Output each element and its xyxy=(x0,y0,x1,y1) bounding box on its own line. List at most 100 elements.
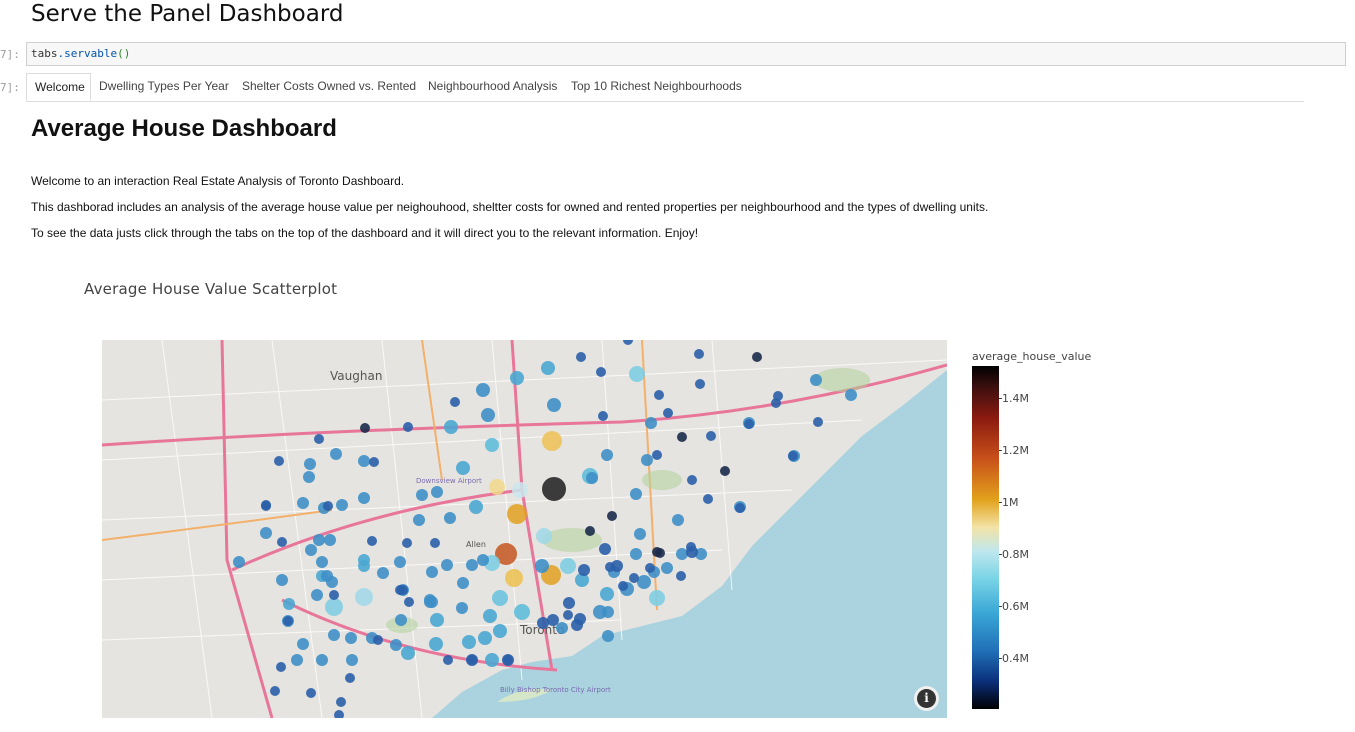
point-low xyxy=(346,654,358,666)
point-low xyxy=(563,610,573,620)
point-low xyxy=(663,408,673,418)
point-low xyxy=(345,673,355,683)
point-low xyxy=(443,655,453,665)
point-low xyxy=(291,654,303,666)
point-mid xyxy=(492,590,508,606)
point-low xyxy=(358,455,370,467)
point-low xyxy=(618,581,628,591)
point-very-low xyxy=(360,423,370,433)
point-low xyxy=(467,655,477,665)
point-low xyxy=(270,686,280,696)
point-low xyxy=(634,528,646,540)
point-low xyxy=(771,398,781,408)
point-low xyxy=(493,624,507,638)
point-low xyxy=(297,638,309,650)
point-low xyxy=(481,408,495,422)
map-label-vaughan: Vaughan xyxy=(330,369,382,383)
map-label-downsview: Downsview Airport xyxy=(416,477,482,485)
point-low xyxy=(735,503,745,513)
info-icon[interactable]: i xyxy=(917,689,936,708)
point-low xyxy=(457,577,469,589)
point-low xyxy=(469,500,483,514)
output-prompt: 7]: xyxy=(0,81,20,94)
point-low xyxy=(598,411,608,421)
point-mid xyxy=(536,528,552,544)
point-low xyxy=(694,349,704,359)
point-low xyxy=(390,639,402,651)
point-low xyxy=(313,534,325,546)
input-prompt: 7]: xyxy=(0,48,20,61)
point-low xyxy=(283,598,295,610)
point-mid xyxy=(649,590,665,606)
point-low xyxy=(330,448,342,460)
point-low xyxy=(336,499,348,511)
point-low xyxy=(813,417,823,427)
point-low xyxy=(424,594,436,606)
point-low xyxy=(600,587,614,601)
dashboard-title: Average House Dashboard xyxy=(31,115,337,142)
point-low xyxy=(744,419,754,429)
tab-top-10-richest[interactable]: Top 10 Richest Neighbourhoods xyxy=(563,73,750,101)
point-low xyxy=(466,559,478,571)
point-low xyxy=(394,556,406,568)
point-low xyxy=(402,538,412,548)
point-low xyxy=(373,635,383,645)
tab-dwelling-types[interactable]: Dwelling Types Per Year xyxy=(91,73,237,101)
point-low xyxy=(706,431,716,441)
tab-welcome[interactable]: Welcome xyxy=(26,73,91,101)
point-low xyxy=(535,559,549,573)
scatter-map[interactable]: Vaughan Downsview Airport Toronto Billy … xyxy=(102,340,947,718)
instructions-paragraph: To see the data justs click through the … xyxy=(31,226,699,240)
point-low xyxy=(676,548,688,560)
point-low xyxy=(596,367,606,377)
point-low xyxy=(661,562,673,574)
colorbar-tick-label: 0.8M xyxy=(1002,548,1029,561)
point-mid xyxy=(489,479,505,495)
point-low xyxy=(462,635,476,649)
point-low xyxy=(274,456,284,466)
point-low xyxy=(477,554,489,566)
point-low xyxy=(788,451,798,461)
plot-title: Average House Value Scatterplot xyxy=(84,280,338,298)
point-low xyxy=(810,374,822,386)
colorbar-title: average_house_value xyxy=(972,350,1092,363)
point-low xyxy=(404,597,414,607)
code-cell[interactable]: tabs.servable() xyxy=(26,42,1346,66)
point-low xyxy=(450,397,460,407)
point-low xyxy=(476,383,490,397)
point-low xyxy=(430,613,444,627)
notebook-heading: Serve the Panel Dashboard xyxy=(31,1,344,27)
point-low xyxy=(345,632,357,644)
point-low xyxy=(456,461,470,475)
point-mid xyxy=(325,598,343,616)
point-low xyxy=(586,472,598,484)
tab-bar: Welcome Dwelling Types Per Year Shelter … xyxy=(26,73,1304,102)
point-low xyxy=(416,489,428,501)
point-low xyxy=(629,573,639,583)
point-low xyxy=(547,398,561,412)
point-low xyxy=(305,544,317,556)
point-upper xyxy=(542,431,562,451)
tab-neighbourhood-analysis[interactable]: Neighbourhood Analysis xyxy=(420,73,565,101)
point-low xyxy=(645,563,655,573)
tab-shelter-costs[interactable]: Shelter Costs Owned vs. Rented xyxy=(234,73,424,101)
point-low xyxy=(541,361,555,375)
point-very-low xyxy=(655,548,665,558)
point-low xyxy=(602,606,614,618)
point-low xyxy=(329,590,339,600)
point-low xyxy=(369,457,379,467)
point-low xyxy=(367,536,377,546)
colorbar-tick-label: 0.6M xyxy=(1002,600,1029,613)
colorbar-tick-label: 1M xyxy=(1002,496,1019,509)
point-low xyxy=(276,662,286,672)
point-low xyxy=(303,471,315,483)
point-low xyxy=(645,417,657,429)
point-mid xyxy=(355,588,373,606)
code-line: tabs.servable() xyxy=(31,47,130,60)
point-low xyxy=(377,567,389,579)
point-low xyxy=(456,602,468,614)
point-low xyxy=(652,450,662,460)
point-low xyxy=(398,585,408,595)
description-paragraph: This dashborad includes an analysis of t… xyxy=(31,200,989,214)
point-low xyxy=(441,559,453,571)
